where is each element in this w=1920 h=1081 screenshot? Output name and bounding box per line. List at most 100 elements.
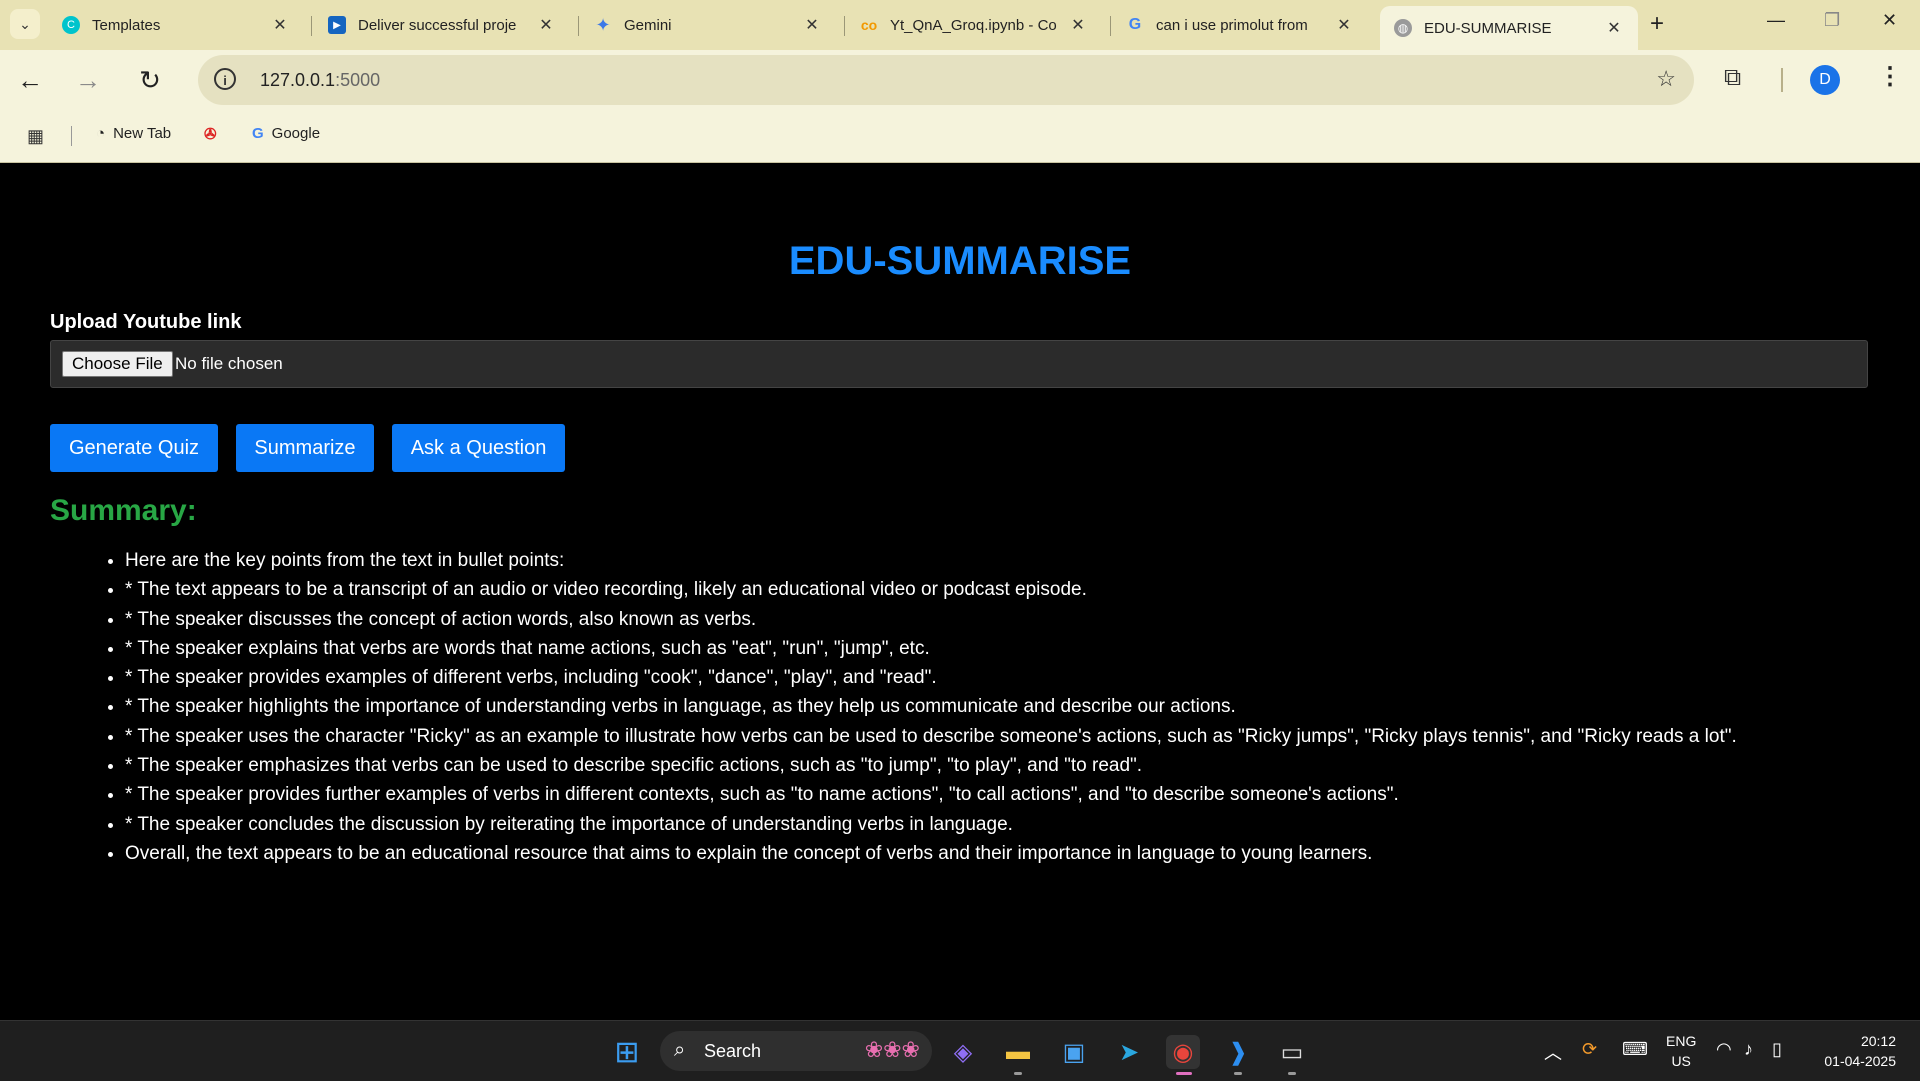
- active-indicator: [1176, 1072, 1192, 1075]
- summary-item: * The speaker highlights the importance …: [125, 692, 1920, 721]
- summary-list: Here are the key points from the text in…: [50, 546, 1920, 868]
- windows-start-icon[interactable]: ⊞: [610, 1035, 644, 1069]
- tab-title: Templates: [92, 16, 161, 34]
- summary-item: * The speaker uses the character "Ricky"…: [125, 722, 1920, 751]
- tab-gemini[interactable]: ✦ Gemini ✕: [580, 6, 836, 44]
- newtab-icon: ◔: [96, 125, 106, 142]
- close-icon[interactable]: ✕: [800, 15, 824, 35]
- volume-icon[interactable]: ♪: [1744, 1039, 1753, 1060]
- store-icon[interactable]: ▣: [1057, 1035, 1091, 1069]
- page-title: EDU-SUMMARISE: [788, 239, 1132, 283]
- url-port: :5000: [335, 70, 381, 90]
- summary-item: * The text appears to be a transcript of…: [125, 575, 1920, 604]
- bookmark-logo-icon: ✇: [204, 126, 217, 143]
- browser-toolbar: ← → ↻ i 127.0.0.1:5000 ☆ ⧉ D ⋮: [0, 50, 1920, 110]
- summary-item: * The speaker provides further examples …: [125, 780, 1920, 809]
- tab-divider: [844, 16, 845, 36]
- tab-title: can i use primolut from: [1156, 16, 1308, 34]
- close-icon[interactable]: ✕: [1602, 18, 1626, 38]
- page-content: EDU-SUMMARISE Upload Youtube link Choose…: [0, 163, 1920, 1020]
- site-info-icon[interactable]: i: [214, 68, 236, 90]
- ask-question-button[interactable]: Ask a Question: [392, 424, 565, 472]
- summary-item: * The speaker concludes the discussion b…: [125, 810, 1920, 839]
- bookmark-label: Google: [271, 125, 321, 142]
- file-input[interactable]: Choose File No file chosen: [50, 340, 1868, 388]
- canva-icon: C: [62, 16, 80, 34]
- system-clock[interactable]: 20:12 01-04-2025: [1812, 1031, 1896, 1071]
- tab-title: Deliver successful proje: [358, 16, 517, 34]
- new-tab-icon[interactable]: +: [1650, 10, 1664, 38]
- bookmark-logo[interactable]: ✇: [204, 125, 225, 143]
- vscode-icon[interactable]: ❱: [1221, 1035, 1255, 1069]
- reload-icon[interactable]: ↻: [132, 62, 168, 98]
- tab-divider: [311, 16, 312, 36]
- toolbar-divider: [1781, 68, 1783, 92]
- youtube-icon: ▶: [328, 16, 346, 34]
- bookmark-star-icon[interactable]: ☆: [1656, 66, 1676, 92]
- tab-divider: [578, 16, 579, 36]
- close-icon[interactable]: ✕: [268, 15, 292, 35]
- bookmark-new-tab[interactable]: ◔ New Tab: [96, 125, 171, 142]
- window-close-icon[interactable]: ✕: [1882, 10, 1897, 31]
- apps-grid-icon[interactable]: ▦: [27, 126, 44, 147]
- tab-title: Gemini: [624, 16, 672, 34]
- tab-colab[interactable]: co Yt_QnA_Groq.ipynb - Co ✕: [846, 6, 1102, 44]
- clock-date: 01-04-2025: [1824, 1053, 1896, 1069]
- restore-icon[interactable]: ❐: [1824, 10, 1840, 31]
- running-indicator: [1288, 1072, 1296, 1075]
- file-explorer-icon[interactable]: ▬: [1001, 1035, 1035, 1069]
- globe-icon: ◍: [1394, 19, 1412, 37]
- extensions-icon[interactable]: ⧉: [1724, 64, 1741, 92]
- menu-kebab-icon[interactable]: ⋮: [1878, 62, 1902, 91]
- close-icon[interactable]: ✕: [534, 15, 558, 35]
- address-bar[interactable]: i 127.0.0.1:5000 ☆: [198, 55, 1694, 105]
- forward-icon[interactable]: →: [70, 62, 106, 98]
- back-icon[interactable]: ←: [12, 62, 48, 98]
- url-host: 127.0.0.1: [260, 70, 336, 90]
- google-icon: G: [252, 125, 264, 142]
- tab-title: Yt_QnA_Groq.ipynb - Co: [890, 16, 1057, 34]
- file-status-text: No file chosen: [175, 354, 283, 373]
- bookmark-divider: [71, 126, 72, 146]
- url-text[interactable]: 127.0.0.1:5000: [260, 70, 380, 91]
- upload-label: Upload Youtube link: [50, 311, 242, 333]
- copilot-icon[interactable]: ◈: [946, 1035, 980, 1069]
- lang-code: ENG: [1666, 1033, 1697, 1049]
- tab-deliver[interactable]: ▶ Deliver successful proje ✕: [314, 6, 570, 44]
- language-indicator[interactable]: ENG US: [1666, 1031, 1696, 1071]
- summary-heading: Summary:: [50, 494, 197, 527]
- bookmark-google[interactable]: G Google: [252, 125, 320, 142]
- battery-icon[interactable]: ▯: [1772, 1039, 1782, 1060]
- chrome-icon[interactable]: ◉: [1166, 1035, 1200, 1069]
- tab-strip: ⌄ C Templates ✕ ▶ Deliver successful pro…: [0, 0, 1920, 50]
- taskbar-search[interactable]: ⌕ Search ❀❀❀: [660, 1031, 932, 1071]
- summary-item: Here are the key points from the text in…: [125, 546, 1920, 575]
- gemini-icon: ✦: [595, 14, 611, 35]
- search-label: Search: [704, 1041, 762, 1061]
- tray-chevron-icon[interactable]: ︿: [1544, 1039, 1562, 1065]
- sync-icon[interactable]: ⟳: [1582, 1039, 1597, 1060]
- summarize-button[interactable]: Summarize: [236, 424, 374, 472]
- tab-edu-summarise[interactable]: ◍ EDU-SUMMARISE ✕: [1380, 6, 1638, 50]
- tab-title: EDU-SUMMARISE: [1424, 19, 1552, 37]
- close-icon[interactable]: ✕: [1332, 15, 1356, 35]
- tab-templates[interactable]: C Templates ✕: [48, 6, 304, 44]
- bookmark-label: New Tab: [113, 125, 172, 142]
- search-icon: ⌕: [674, 1039, 686, 1061]
- minimize-icon[interactable]: —: [1767, 10, 1785, 31]
- summary-item: * The speaker provides examples of diffe…: [125, 663, 1920, 692]
- summary-item: * The speaker discusses the concept of a…: [125, 605, 1920, 634]
- choose-file-button[interactable]: Choose File: [62, 351, 173, 377]
- telegram-icon[interactable]: ➤: [1112, 1035, 1146, 1069]
- summary-item: Overall, the text appears to be an educa…: [125, 839, 1920, 868]
- keyboard-icon[interactable]: ⌨: [1622, 1039, 1648, 1060]
- close-icon[interactable]: ✕: [1066, 15, 1090, 35]
- tab-divider: [1110, 16, 1111, 36]
- tab-search-icon[interactable]: ⌄: [10, 9, 40, 39]
- tab-google-search[interactable]: G can i use primolut from ✕: [1112, 6, 1368, 44]
- summary-item: * The speaker emphasizes that verbs can …: [125, 751, 1920, 780]
- wifi-icon[interactable]: ◠: [1716, 1039, 1732, 1060]
- generate-quiz-button[interactable]: Generate Quiz: [50, 424, 218, 472]
- profile-avatar[interactable]: D: [1810, 65, 1840, 95]
- terminal-icon[interactable]: ▭: [1275, 1035, 1309, 1069]
